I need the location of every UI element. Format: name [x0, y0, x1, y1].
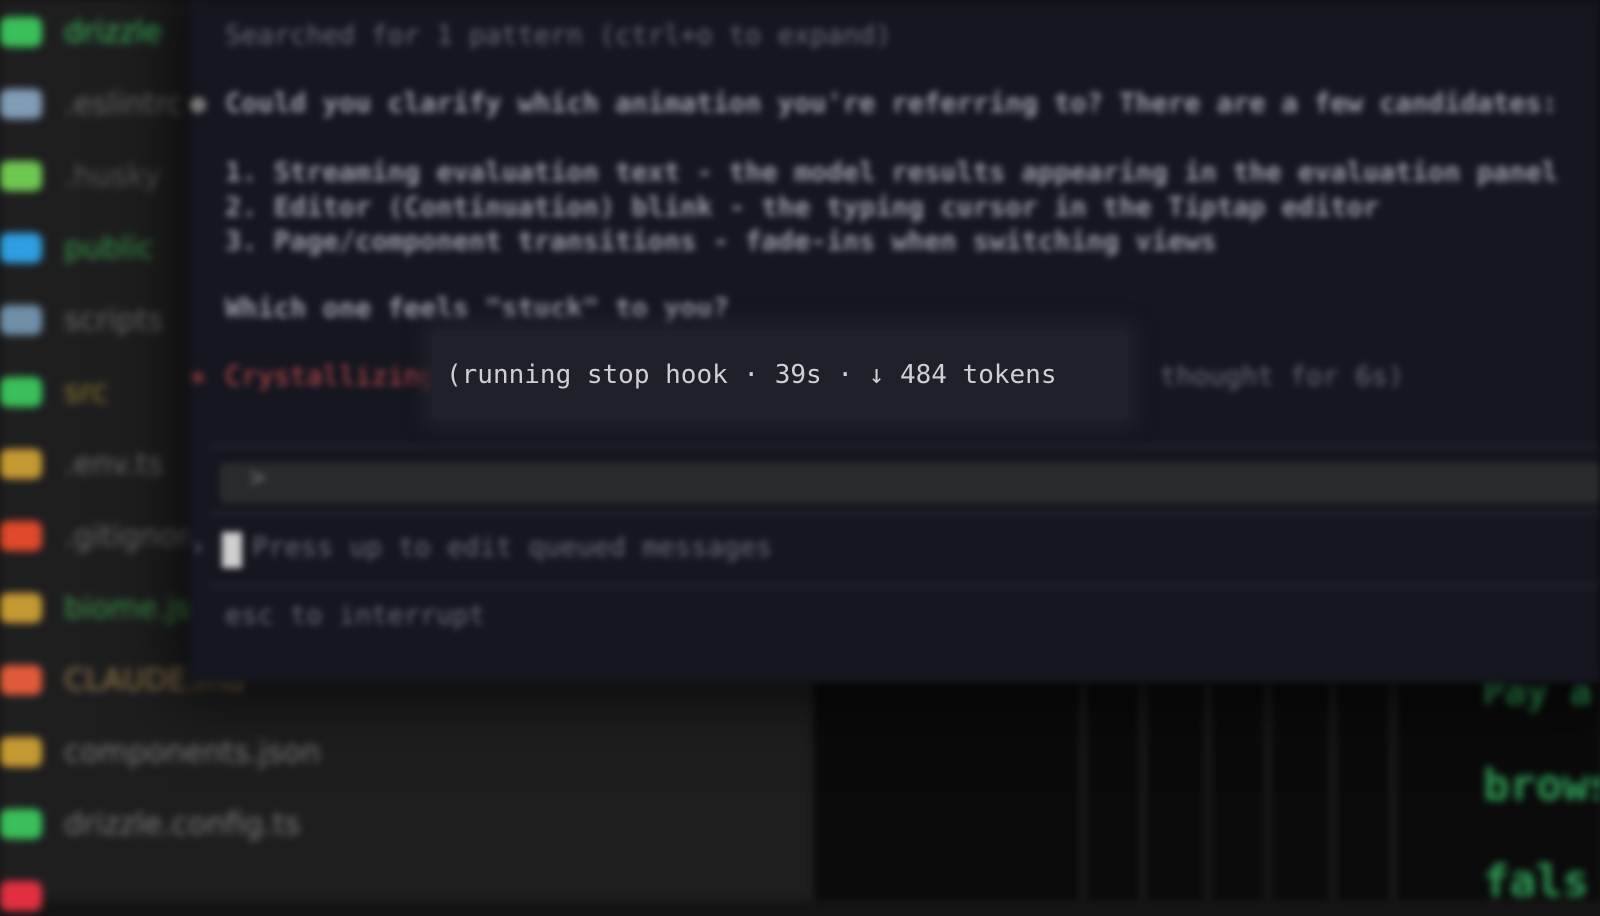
file-name: .husky — [64, 158, 162, 194]
indent-guide — [1265, 680, 1271, 900]
text-cursor — [222, 532, 242, 568]
file-row[interactable]: drizzle.config.ts — [0, 804, 300, 844]
file-row[interactable]: .eslintrc — [0, 84, 183, 124]
file-row[interactable]: src — [0, 372, 108, 412]
spinner-word: Crystallizing… — [225, 361, 453, 392]
divider — [210, 512, 1600, 514]
file-row[interactable]: .env.ts — [0, 444, 163, 484]
queued-message-bar[interactable] — [220, 463, 1600, 503]
file-icon — [0, 881, 42, 911]
file-name: public — [64, 230, 155, 266]
chat-input[interactable]: Press up to edit queued messages — [252, 532, 772, 563]
bullet-icon: ● — [190, 88, 207, 119]
file-icon — [0, 665, 42, 695]
divider — [210, 585, 1600, 587]
file-icon — [0, 737, 42, 767]
file-name: .eslintrc — [64, 86, 184, 122]
file-name: scripts — [64, 302, 164, 338]
assistant-question: Could you clarify which animation you're… — [225, 88, 1558, 119]
status-indicator: (running stop hook · 39s · ↓ 484 tokens — [432, 330, 1128, 420]
spinner-icon: ✳ — [190, 361, 207, 392]
editor-line: fals — [1483, 856, 1589, 900]
file-row[interactable]: .gitignore — [0, 516, 208, 556]
file-icon — [0, 521, 42, 551]
folder-icon — [0, 161, 42, 191]
indent-guide — [1205, 680, 1211, 900]
file-row[interactable]: .husky — [0, 156, 161, 196]
option-item: 1. Streaming evaluation text - the model… — [225, 157, 1558, 188]
folder-icon — [0, 233, 42, 263]
indent-guide — [1390, 680, 1396, 900]
folder-icon — [0, 305, 42, 335]
folder-icon — [0, 377, 42, 407]
interrupt-hint: esc to interrupt — [225, 600, 486, 631]
file-icon — [0, 89, 42, 119]
file-icon — [0, 593, 42, 623]
file-icon — [0, 809, 42, 839]
tool-output-line: Searched for 1 pattern (ctrl+o to expand… — [225, 20, 892, 51]
file-icon — [0, 449, 42, 479]
file-name: .gitignore — [64, 518, 208, 554]
assistant-followup: Which one feels "stuck" to you? — [225, 293, 729, 324]
prompt-caret-icon: › — [190, 532, 207, 563]
status-text: (running stop hook · 39s · ↓ 484 tokens — [446, 360, 1057, 390]
file-name: drizzle — [64, 14, 162, 50]
input-prompt: > — [250, 463, 266, 493]
divider — [210, 445, 1600, 447]
editor-line: brows — [1483, 760, 1600, 811]
indent-guide — [1080, 680, 1086, 900]
editor-line: Pay a — [1483, 680, 1592, 713]
background-editor: Pay a brows fals — [815, 680, 1600, 900]
option-item: 2. Editor (Continuation) blink - the typ… — [225, 192, 1380, 223]
option-item: 3. Page/component transitions - fade-ins… — [225, 226, 1217, 257]
indent-guide — [1330, 680, 1336, 900]
folder-icon — [0, 17, 42, 47]
thought-duration: thought for 6s) — [1160, 361, 1404, 392]
file-name: drizzle.config.ts — [64, 806, 301, 842]
file-row[interactable]: public — [0, 228, 154, 268]
file-name: src — [64, 374, 108, 410]
file-row[interactable] — [0, 876, 64, 916]
file-name: .env.ts — [64, 446, 164, 482]
file-name: components.json — [64, 734, 321, 770]
file-row[interactable]: drizzle — [0, 12, 162, 52]
file-row[interactable]: scripts — [0, 300, 163, 340]
file-row[interactable]: components.json — [0, 732, 320, 772]
indent-guide — [1140, 680, 1146, 900]
